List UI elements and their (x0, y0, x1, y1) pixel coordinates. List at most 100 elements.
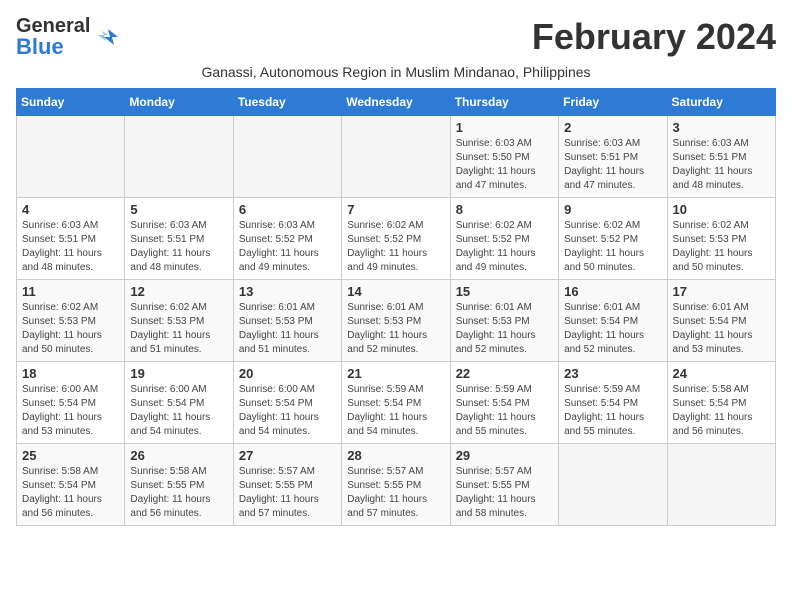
day-info: Sunrise: 5:59 AMSunset: 5:54 PMDaylight:… (564, 383, 661, 439)
logo-bird-icon (94, 23, 122, 51)
calendar-cell: 27 Sunrise: 5:57 AMSunset: 5:55 PMDayligh… (233, 444, 341, 526)
day-info: Sunrise: 5:57 AMSunset: 5:55 PMDaylight:… (239, 465, 336, 521)
day-info: Sunrise: 6:02 AMSunset: 5:52 PMDaylight:… (456, 219, 553, 275)
calendar-cell: 5 Sunrise: 6:03 AMSunset: 5:51 PMDaylight… (125, 198, 233, 280)
calendar-cell: 26 Sunrise: 5:58 AMSunset: 5:55 PMDayligh… (125, 444, 233, 526)
day-info: Sunrise: 6:02 AMSunset: 5:52 PMDaylight:… (347, 219, 444, 275)
day-info: Sunrise: 6:02 AMSunset: 5:53 PMDaylight:… (130, 301, 227, 357)
day-info: Sunrise: 6:00 AMSunset: 5:54 PMDaylight:… (22, 383, 119, 439)
calendar-cell: 9Sunrise: 6:02 AMSunset: 5:52 PMDaylight… (559, 198, 667, 280)
day-number: 5 (130, 202, 227, 217)
header: General Blue February 2024 (16, 16, 776, 58)
day-number: 28 (347, 448, 444, 463)
day-info: Sunrise: 5:57 AMSunset: 5:55 PMDaylight:… (456, 465, 553, 521)
calendar-cell: 1 Sunrise: 6:03 AMSunset: 5:50 PMDaylight… (450, 116, 558, 198)
logo-blue: Blue (16, 34, 64, 59)
calendar-cell: 20 Sunrise: 6:00 AMSunset: 5:54 PMDayligh… (233, 362, 341, 444)
calendar-cell (342, 116, 450, 198)
day-info: Sunrise: 6:01 AMSunset: 5:53 PMDaylight:… (456, 301, 553, 357)
day-number: 11 (22, 284, 119, 299)
day-number: 8 (456, 202, 553, 217)
day-number: 23 (564, 366, 661, 381)
day-number: 3 (673, 120, 770, 135)
day-number: 25 (22, 448, 119, 463)
calendar-cell: 4 Sunrise: 6:03 AMSunset: 5:51 PMDaylight… (17, 198, 125, 280)
calendar-cell: 17Sunrise: 6:01 AMSunset: 5:54 PMDayligh… (667, 280, 775, 362)
day-number: 1 (456, 120, 553, 135)
day-number: 15 (456, 284, 553, 299)
day-info: Sunrise: 5:58 AMSunset: 5:54 PMDaylight:… (22, 465, 119, 521)
calendar-cell: 7 Sunrise: 6:02 AMSunset: 5:52 PMDaylight… (342, 198, 450, 280)
day-number: 22 (456, 366, 553, 381)
day-info: Sunrise: 6:02 AMSunset: 5:52 PMDaylight:… (564, 219, 661, 275)
calendar-cell: 3 Sunrise: 6:03 AMSunset: 5:51 PMDaylight… (667, 116, 775, 198)
day-number: 13 (239, 284, 336, 299)
day-info: Sunrise: 5:58 AMSunset: 5:54 PMDaylight:… (673, 383, 770, 439)
calendar-cell (233, 116, 341, 198)
calendar-cell: 21 Sunrise: 5:59 AMSunset: 5:54 PMDayligh… (342, 362, 450, 444)
day-number: 6 (239, 202, 336, 217)
logo: General Blue (16, 16, 122, 58)
calendar-cell: 8 Sunrise: 6:02 AMSunset: 5:52 PMDaylight… (450, 198, 558, 280)
calendar-cell: 11 Sunrise: 6:02 AMSunset: 5:53 PMDayligh… (17, 280, 125, 362)
day-number: 19 (130, 366, 227, 381)
day-info: Sunrise: 6:03 AMSunset: 5:51 PMDaylight:… (673, 137, 770, 193)
calendar-cell (667, 444, 775, 526)
calendar-cell: 22 Sunrise: 5:59 AMSunset: 5:54 PMDayligh… (450, 362, 558, 444)
month-title: February 2024 (532, 16, 776, 58)
day-info: Sunrise: 6:00 AMSunset: 5:54 PMDaylight:… (239, 383, 336, 439)
day-number: 26 (130, 448, 227, 463)
day-info: Sunrise: 6:01 AMSunset: 5:54 PMDaylight:… (673, 301, 770, 357)
calendar-table: SundayMondayTuesdayWednesdayThursdayFrid… (16, 88, 776, 526)
day-number: 7 (347, 202, 444, 217)
weekday-header-tuesday: Tuesday (233, 89, 341, 116)
day-info: Sunrise: 6:02 AMSunset: 5:53 PMDaylight:… (22, 301, 119, 357)
weekday-header-sunday: Sunday (17, 89, 125, 116)
calendar-cell: 19 Sunrise: 6:00 AMSunset: 5:54 PMDayligh… (125, 362, 233, 444)
calendar-cell: 12 Sunrise: 6:02 AMSunset: 5:53 PMDayligh… (125, 280, 233, 362)
day-number: 4 (22, 202, 119, 217)
calendar-cell: 6Sunrise: 6:03 AMSunset: 5:52 PMDaylight… (233, 198, 341, 280)
calendar-cell: 23 Sunrise: 5:59 AMSunset: 5:54 PMDayligh… (559, 362, 667, 444)
calendar-cell: 28 Sunrise: 5:57 AMSunset: 5:55 PMDayligh… (342, 444, 450, 526)
day-info: Sunrise: 6:02 AMSunset: 5:53 PMDaylight:… (673, 219, 770, 275)
day-number: 12 (130, 284, 227, 299)
day-number: 21 (347, 366, 444, 381)
day-info: Sunrise: 6:03 AMSunset: 5:51 PMDaylight:… (564, 137, 661, 193)
day-number: 24 (673, 366, 770, 381)
calendar-cell: 25 Sunrise: 5:58 AMSunset: 5:54 PMDayligh… (17, 444, 125, 526)
day-number: 2 (564, 120, 661, 135)
day-info: Sunrise: 5:59 AMSunset: 5:54 PMDaylight:… (347, 383, 444, 439)
calendar-cell: 13 Sunrise: 6:01 AMSunset: 5:53 PMDayligh… (233, 280, 341, 362)
weekday-header-saturday: Saturday (667, 89, 775, 116)
calendar-cell: 10 Sunrise: 6:02 AMSunset: 5:53 PMDayligh… (667, 198, 775, 280)
calendar-cell: 15 Sunrise: 6:01 AMSunset: 5:53 PMDayligh… (450, 280, 558, 362)
weekday-header-monday: Monday (125, 89, 233, 116)
day-info: Sunrise: 6:03 AMSunset: 5:50 PMDaylight:… (456, 137, 553, 193)
day-info: Sunrise: 6:00 AMSunset: 5:54 PMDaylight:… (130, 383, 227, 439)
day-info: Sunrise: 6:03 AMSunset: 5:51 PMDaylight:… (22, 219, 119, 275)
weekday-header-thursday: Thursday (450, 89, 558, 116)
day-info: Sunrise: 5:57 AMSunset: 5:55 PMDaylight:… (347, 465, 444, 521)
day-number: 18 (22, 366, 119, 381)
calendar-cell: 14Sunrise: 6:01 AMSunset: 5:53 PMDayligh… (342, 280, 450, 362)
day-info: Sunrise: 6:03 AMSunset: 5:51 PMDaylight:… (130, 219, 227, 275)
day-number: 27 (239, 448, 336, 463)
weekday-header-wednesday: Wednesday (342, 89, 450, 116)
calendar-cell: 18 Sunrise: 6:00 AMSunset: 5:54 PMDayligh… (17, 362, 125, 444)
subtitle: Ganassi, Autonomous Region in Muslim Min… (16, 64, 776, 80)
calendar-cell: 24 Sunrise: 5:58 AMSunset: 5:54 PMDayligh… (667, 362, 775, 444)
calendar-cell: 16 Sunrise: 6:01 AMSunset: 5:54 PMDayligh… (559, 280, 667, 362)
day-info: Sunrise: 5:58 AMSunset: 5:55 PMDaylight:… (130, 465, 227, 521)
day-info: Sunrise: 6:01 AMSunset: 5:53 PMDaylight:… (347, 301, 444, 357)
day-number: 10 (673, 202, 770, 217)
day-info: Sunrise: 5:59 AMSunset: 5:54 PMDaylight:… (456, 383, 553, 439)
day-number: 16 (564, 284, 661, 299)
weekday-header-friday: Friday (559, 89, 667, 116)
calendar-cell (559, 444, 667, 526)
day-number: 20 (239, 366, 336, 381)
day-info: Sunrise: 6:01 AMSunset: 5:54 PMDaylight:… (564, 301, 661, 357)
day-number: 29 (456, 448, 553, 463)
calendar-cell: 29 Sunrise: 5:57 AMSunset: 5:55 PMDayligh… (450, 444, 558, 526)
day-info: Sunrise: 6:01 AMSunset: 5:53 PMDaylight:… (239, 301, 336, 357)
